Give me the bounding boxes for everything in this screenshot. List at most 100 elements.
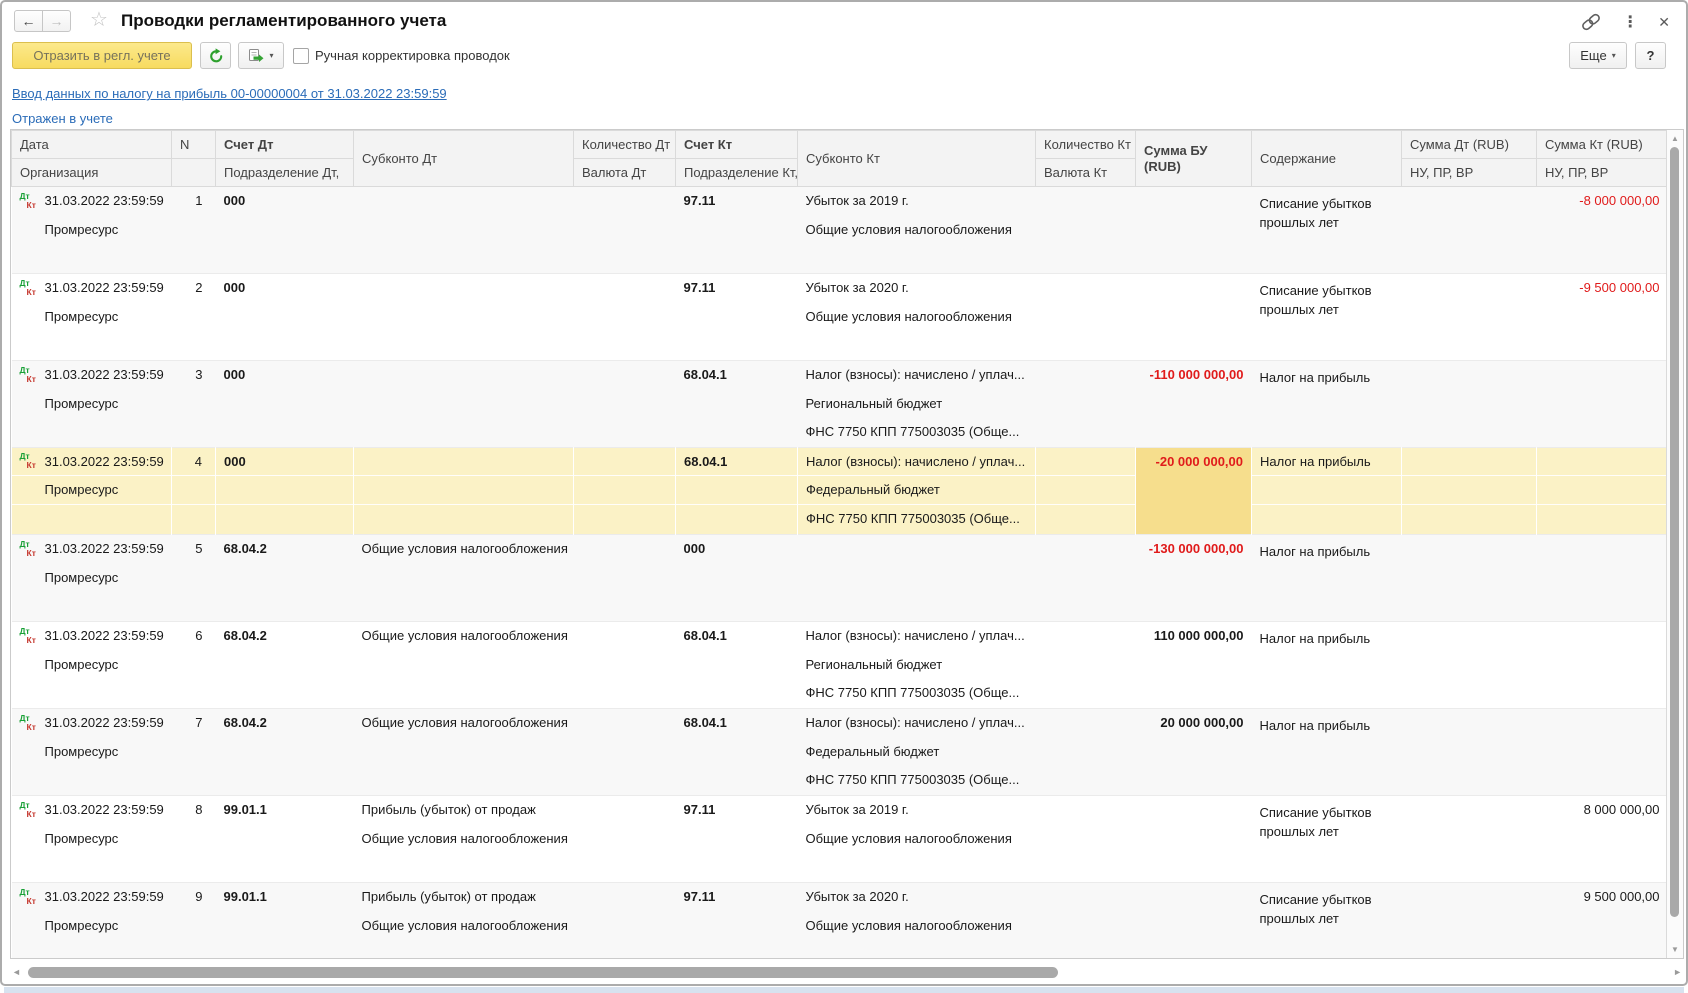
- subconto-dt-cell[interactable]: [354, 274, 574, 361]
- quantity-kt-cell[interactable]: [1036, 883, 1136, 960]
- sum-dt-cell[interactable]: [1402, 535, 1537, 622]
- vertical-scrollbar-thumb[interactable]: [1670, 147, 1679, 917]
- back-button[interactable]: ←: [14, 10, 43, 32]
- content-cell[interactable]: Списание убытков прошлых лет: [1252, 883, 1402, 960]
- date-cell[interactable]: ДтКт31.03.2022 23:59:59Промресурс: [12, 796, 172, 883]
- sum-dt-cell[interactable]: [1402, 187, 1537, 274]
- quantity-kt-cell[interactable]: [1036, 187, 1136, 274]
- sum-dt-cell[interactable]: [1402, 448, 1537, 535]
- more-button[interactable]: Еще ▾: [1569, 42, 1627, 69]
- sum-dt-cell[interactable]: [1402, 883, 1537, 960]
- col-header-subdivision-kt[interactable]: Подразделение Кт,: [676, 159, 798, 187]
- col-header-sum-kt[interactable]: Сумма Кт (RUB): [1537, 131, 1668, 159]
- subconto-kt-cell[interactable]: [798, 535, 1036, 622]
- table-row[interactable]: ДтКт31.03.2022 23:59:59Промресурс100097.…: [12, 187, 1668, 274]
- col-header-sum-bu[interactable]: Сумма БУ (RUB): [1136, 131, 1252, 187]
- sum-dt-cell[interactable]: [1402, 274, 1537, 361]
- sum-bu-cell[interactable]: 20 000 000,00: [1136, 709, 1252, 796]
- col-header-n[interactable]: N: [172, 131, 216, 159]
- table-row[interactable]: ДтКт31.03.2022 23:59:59Промресурс568.04.…: [12, 535, 1668, 622]
- sum-kt-cell[interactable]: [1537, 622, 1668, 709]
- scroll-left-icon[interactable]: ◄: [12, 966, 21, 979]
- sum-kt-cell[interactable]: [1537, 709, 1668, 796]
- row-number-cell[interactable]: 8: [172, 796, 216, 883]
- row-number-cell[interactable]: 9: [172, 883, 216, 960]
- subconto-dt-cell[interactable]: Общие условия налогообложения: [354, 709, 574, 796]
- subconto-kt-cell[interactable]: Убыток за 2020 г.Общие условия налогообл…: [798, 883, 1036, 960]
- quantity-dt-cell[interactable]: [574, 622, 676, 709]
- table-row[interactable]: ДтКт31.03.2022 23:59:59Промресурс400068.…: [12, 448, 1668, 535]
- sum-bu-cell[interactable]: -110 000 000,00: [1136, 361, 1252, 448]
- content-cell[interactable]: Налог на прибыль: [1252, 535, 1402, 622]
- content-cell[interactable]: Налог на прибыль: [1252, 709, 1402, 796]
- date-cell[interactable]: ДтКт31.03.2022 23:59:59Промресурс: [12, 535, 172, 622]
- account-kt-cell[interactable]: 97.11: [676, 187, 798, 274]
- quantity-kt-cell[interactable]: [1036, 622, 1136, 709]
- col-header-quantity-dt[interactable]: Количество Дт: [574, 131, 676, 159]
- subconto-dt-cell[interactable]: Прибыль (убыток) от продажОбщие условия …: [354, 796, 574, 883]
- col-header-date[interactable]: Дата: [12, 131, 172, 159]
- date-cell[interactable]: ДтКт31.03.2022 23:59:59Промресурс: [12, 361, 172, 448]
- quantity-dt-cell[interactable]: [574, 187, 676, 274]
- date-cell[interactable]: ДтКт31.03.2022 23:59:59Промресурс: [12, 883, 172, 960]
- subconto-dt-cell[interactable]: [354, 187, 574, 274]
- table-row[interactable]: ДтКт31.03.2022 23:59:59Промресурс999.01.…: [12, 883, 1668, 960]
- sum-kt-cell[interactable]: -8 000 000,00: [1537, 187, 1668, 274]
- subconto-dt-cell[interactable]: Общие условия налогообложения: [354, 622, 574, 709]
- row-number-cell[interactable]: 7: [172, 709, 216, 796]
- col-header-subdivision-dt[interactable]: Подразделение Дт,: [216, 159, 354, 187]
- sum-bu-cell[interactable]: [1136, 187, 1252, 274]
- quantity-kt-cell[interactable]: [1036, 448, 1136, 535]
- account-dt-cell[interactable]: 68.04.2: [216, 709, 354, 796]
- sum-dt-cell[interactable]: [1402, 709, 1537, 796]
- quantity-kt-cell[interactable]: [1036, 274, 1136, 361]
- account-dt-cell[interactable]: 000: [216, 187, 354, 274]
- sum-bu-cell[interactable]: 110 000 000,00: [1136, 622, 1252, 709]
- col-header-currency-kt[interactable]: Валюта Кт: [1036, 159, 1136, 187]
- get-link-icon[interactable]: [1580, 12, 1602, 32]
- subconto-kt-cell[interactable]: Налог (взносы): начислено / уплач...Реги…: [798, 622, 1036, 709]
- account-dt-cell[interactable]: 99.01.1: [216, 883, 354, 960]
- table-row[interactable]: ДтКт31.03.2022 23:59:59Промресурс300068.…: [12, 361, 1668, 448]
- vertical-scrollbar[interactable]: ▲ ▼: [1666, 130, 1683, 958]
- sum-dt-cell[interactable]: [1402, 622, 1537, 709]
- subconto-dt-cell[interactable]: Прибыль (убыток) от продажОбщие условия …: [354, 883, 574, 960]
- subconto-kt-cell[interactable]: Налог (взносы): начислено / уплач...Феде…: [798, 448, 1036, 535]
- account-kt-cell[interactable]: 000: [676, 535, 798, 622]
- quantity-dt-cell[interactable]: [574, 535, 676, 622]
- subconto-kt-cell[interactable]: Убыток за 2020 г.Общие условия налогообл…: [798, 274, 1036, 361]
- quantity-kt-cell[interactable]: [1036, 361, 1136, 448]
- document-link[interactable]: Ввод данных по налогу на прибыль 00-0000…: [12, 86, 447, 101]
- scroll-up-icon[interactable]: ▲: [1667, 134, 1683, 143]
- quantity-kt-cell[interactable]: [1036, 709, 1136, 796]
- content-cell[interactable]: Списание убытков прошлых лет: [1252, 187, 1402, 274]
- table-row[interactable]: ДтКт31.03.2022 23:59:59Промресурс200097.…: [12, 274, 1668, 361]
- content-cell[interactable]: Налог на прибыль: [1252, 622, 1402, 709]
- content-cell[interactable]: Налог на прибыль: [1252, 361, 1402, 448]
- table-row[interactable]: ДтКт31.03.2022 23:59:59Промресурс768.04.…: [12, 709, 1668, 796]
- sum-bu-cell[interactable]: [1136, 274, 1252, 361]
- quantity-kt-cell[interactable]: [1036, 796, 1136, 883]
- quantity-dt-cell[interactable]: [574, 448, 676, 535]
- row-number-cell[interactable]: 2: [172, 274, 216, 361]
- sum-kt-cell[interactable]: 9 500 000,00: [1537, 883, 1668, 960]
- sum-dt-cell[interactable]: [1402, 361, 1537, 448]
- date-cell[interactable]: ДтКт31.03.2022 23:59:59Промресурс: [12, 274, 172, 361]
- col-header-nu-pr-vr-dt[interactable]: НУ, ПР, ВР: [1402, 159, 1537, 187]
- quantity-dt-cell[interactable]: [574, 883, 676, 960]
- sum-dt-cell[interactable]: [1402, 796, 1537, 883]
- row-number-cell[interactable]: 1: [172, 187, 216, 274]
- quantity-dt-cell[interactable]: [574, 796, 676, 883]
- horizontal-scrollbar[interactable]: ◄ ►: [10, 965, 1684, 980]
- account-kt-cell[interactable]: 68.04.1: [676, 448, 798, 535]
- reflect-in-accounting-button[interactable]: Отразить в регл. учете: [12, 42, 192, 69]
- document-movements-button[interactable]: ▾: [238, 42, 284, 69]
- favorite-star-icon[interactable]: ☆: [90, 9, 108, 31]
- manual-adjustment-checkbox[interactable]: [293, 48, 309, 64]
- row-number-cell[interactable]: 6: [172, 622, 216, 709]
- help-button[interactable]: ?: [1635, 42, 1666, 69]
- subconto-kt-cell[interactable]: Убыток за 2019 г.Общие условия налогообл…: [798, 187, 1036, 274]
- col-header-subconto-dt[interactable]: Субконто Дт: [354, 131, 574, 187]
- col-header-subconto-kt[interactable]: Субконто Кт: [798, 131, 1036, 187]
- subconto-dt-cell[interactable]: Общие условия налогообложения: [354, 535, 574, 622]
